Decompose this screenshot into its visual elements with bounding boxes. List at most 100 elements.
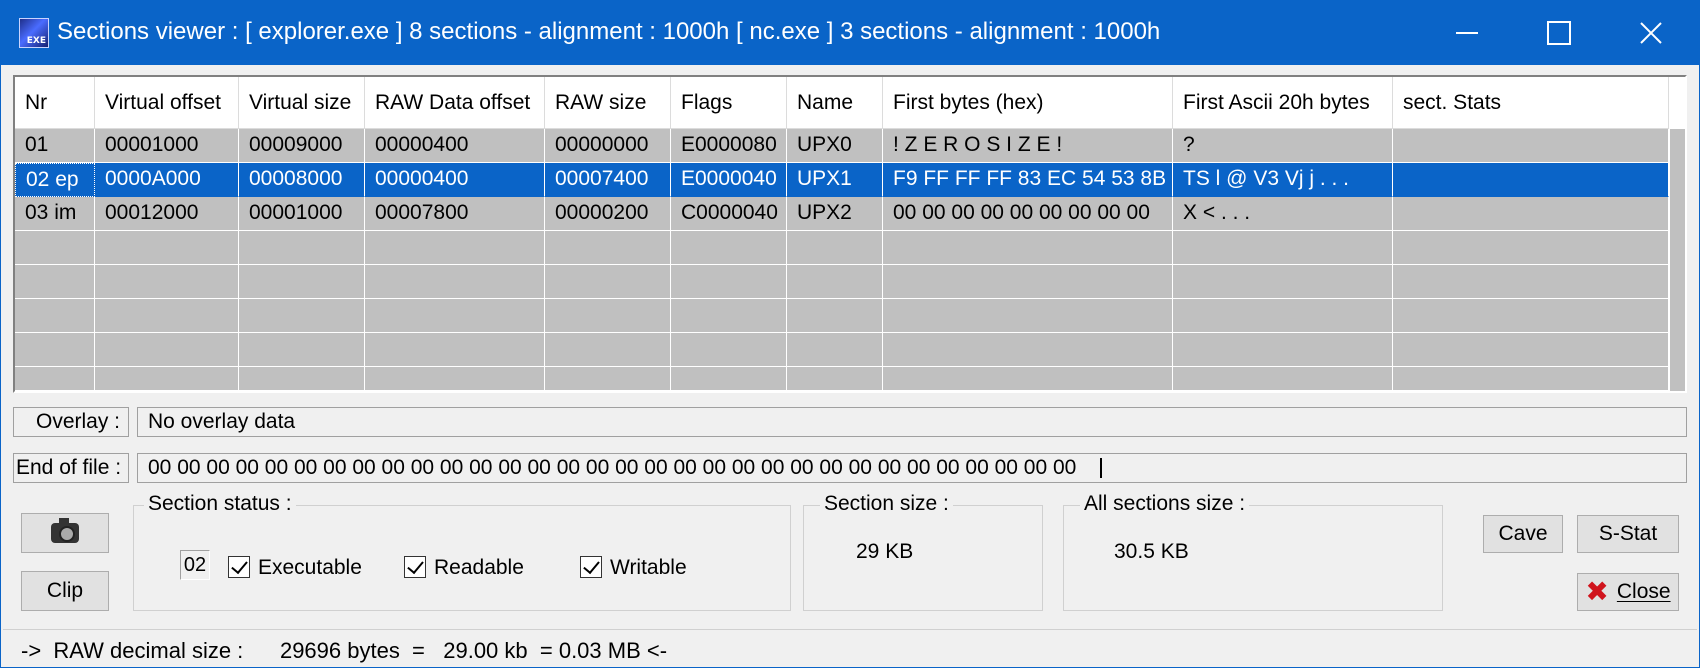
table-row[interactable]: 03 im 00012000 00001000 00007800 00000200 C00… [15,197,1669,231]
title-bar[interactable]: EXE Sections viewer : [ explorer.exe ] 8… [1,1,1699,65]
section-size-title: Section size : [820,492,953,516]
table-cell [545,231,671,265]
status-bar: -> RAW decimal size : 29696 bytes = 29.0… [3,629,1697,667]
table-header: Nr Virtual offset Virtual size RAW Data off… [15,77,1669,129]
table-cell: 00009000 [239,129,365,163]
table-cell: C0000040 [671,197,787,231]
table-cell [1173,367,1393,391]
table-row-empty[interactable] [15,265,1669,299]
column-header: Virtual offset [95,77,239,129]
table-cell [1393,299,1669,333]
table-cell [883,367,1173,391]
table-cell [365,299,545,333]
table-cell: UPX0 [787,129,883,163]
table-cell: E0000040 [671,163,787,197]
table-cell: 00007400 [545,163,671,197]
all-sections-size-group: All sections size : 30.5 KB [1063,492,1443,611]
table-cell [883,231,1173,265]
writable-checkbox[interactable] [580,556,602,578]
table-cell [1393,129,1669,163]
table-cell: 00000400 [365,163,545,197]
table-cell: TS l @ V3 Vj j . . . [1173,163,1393,197]
table-cell [1393,197,1669,231]
window-close-button[interactable] [1605,1,1697,65]
app-icon: EXE [19,18,49,48]
table-row-selected[interactable]: 02 ep 0000A000 00008000 00000400 00007400 E00… [15,163,1669,197]
table-cell [239,367,365,391]
table-cell [1393,333,1669,367]
close-icon [1640,22,1662,44]
table-row[interactable]: 01 00001000 00009000 00000400 00000000 E00000… [15,129,1669,163]
table-cell [365,231,545,265]
table-cell [1173,265,1393,299]
table-cell [1393,231,1669,265]
table-cell: UPX1 [787,163,883,197]
camera-icon [51,518,79,543]
table-cell [239,299,365,333]
table-cell: 00000200 [545,197,671,231]
table-cell [15,367,95,391]
text-caret [1100,458,1103,479]
table-cell: 00000400 [365,129,545,163]
table-row-empty[interactable] [15,299,1669,333]
table-cell [671,265,787,299]
column-header: Nr [15,77,95,129]
window-title: Sections viewer : [ explorer.exe ] 8 sec… [57,18,1161,45]
clip-button[interactable]: Clip [21,571,109,611]
table-cell: 00000000 [545,129,671,163]
table-cell [365,333,545,367]
table-cell [787,231,883,265]
table-cell [239,231,365,265]
column-header: Flags [671,77,787,129]
table-cell [1173,231,1393,265]
executable-checkbox[interactable] [228,556,250,578]
table-cell [787,265,883,299]
table-cell [545,333,671,367]
table-cell: 00007800 [365,197,545,231]
table-cell [787,367,883,391]
all-sections-size-value: 30.5 KB [1114,540,1189,563]
table-cell: ? [1173,129,1393,163]
table-row-empty[interactable] [15,231,1669,265]
table-row-empty[interactable] [15,333,1669,367]
table-cell [1173,333,1393,367]
table-cell [545,299,671,333]
table-cell [95,265,239,299]
sections-table[interactable]: Nr Virtual offset Virtual size RAW Data off… [13,75,1687,393]
executable-label: Executable [258,556,362,579]
table-cell: X < . . . [1173,197,1393,231]
table-cell [1393,265,1669,299]
writable-label: Writable [610,556,687,579]
table-cell [671,333,787,367]
close-button-label: Close [1616,580,1671,603]
table-cell [95,299,239,333]
table-cell [15,231,95,265]
table-cell: 02 ep [15,163,95,197]
screenshot-button[interactable] [21,513,109,553]
section-number-box: 02 [180,550,210,580]
table-cell: 00001000 [95,129,239,163]
table-cell [1393,367,1669,391]
table-cell [15,299,95,333]
cave-button[interactable]: Cave [1483,515,1563,553]
table-cell [671,299,787,333]
minimize-button[interactable] [1421,1,1513,65]
table-cell: 00008000 [239,163,365,197]
table-row-empty[interactable] [15,367,1669,391]
column-header: RAW size [545,77,671,129]
red-x-icon: ✖ [1585,575,1609,608]
table-cell: 00 00 00 00 00 00 00 00 00 [883,197,1173,231]
eof-value[interactable]: 00 00 00 00 00 00 00 00 00 00 00 00 00 0… [137,453,1687,483]
table-cell: 00012000 [95,197,239,231]
grid-filler-column [1669,77,1685,391]
table-cell: E0000080 [671,129,787,163]
readable-checkbox[interactable] [404,556,426,578]
sstat-button[interactable]: S-Stat [1577,515,1679,553]
maximize-button[interactable] [1513,1,1605,65]
table-cell: 03 im [15,197,95,231]
table-cell [545,367,671,391]
column-header: Name [787,77,883,129]
close-button[interactable]: ✖ Close [1577,573,1679,611]
table-cell: 00001000 [239,197,365,231]
table-cell [883,265,1173,299]
